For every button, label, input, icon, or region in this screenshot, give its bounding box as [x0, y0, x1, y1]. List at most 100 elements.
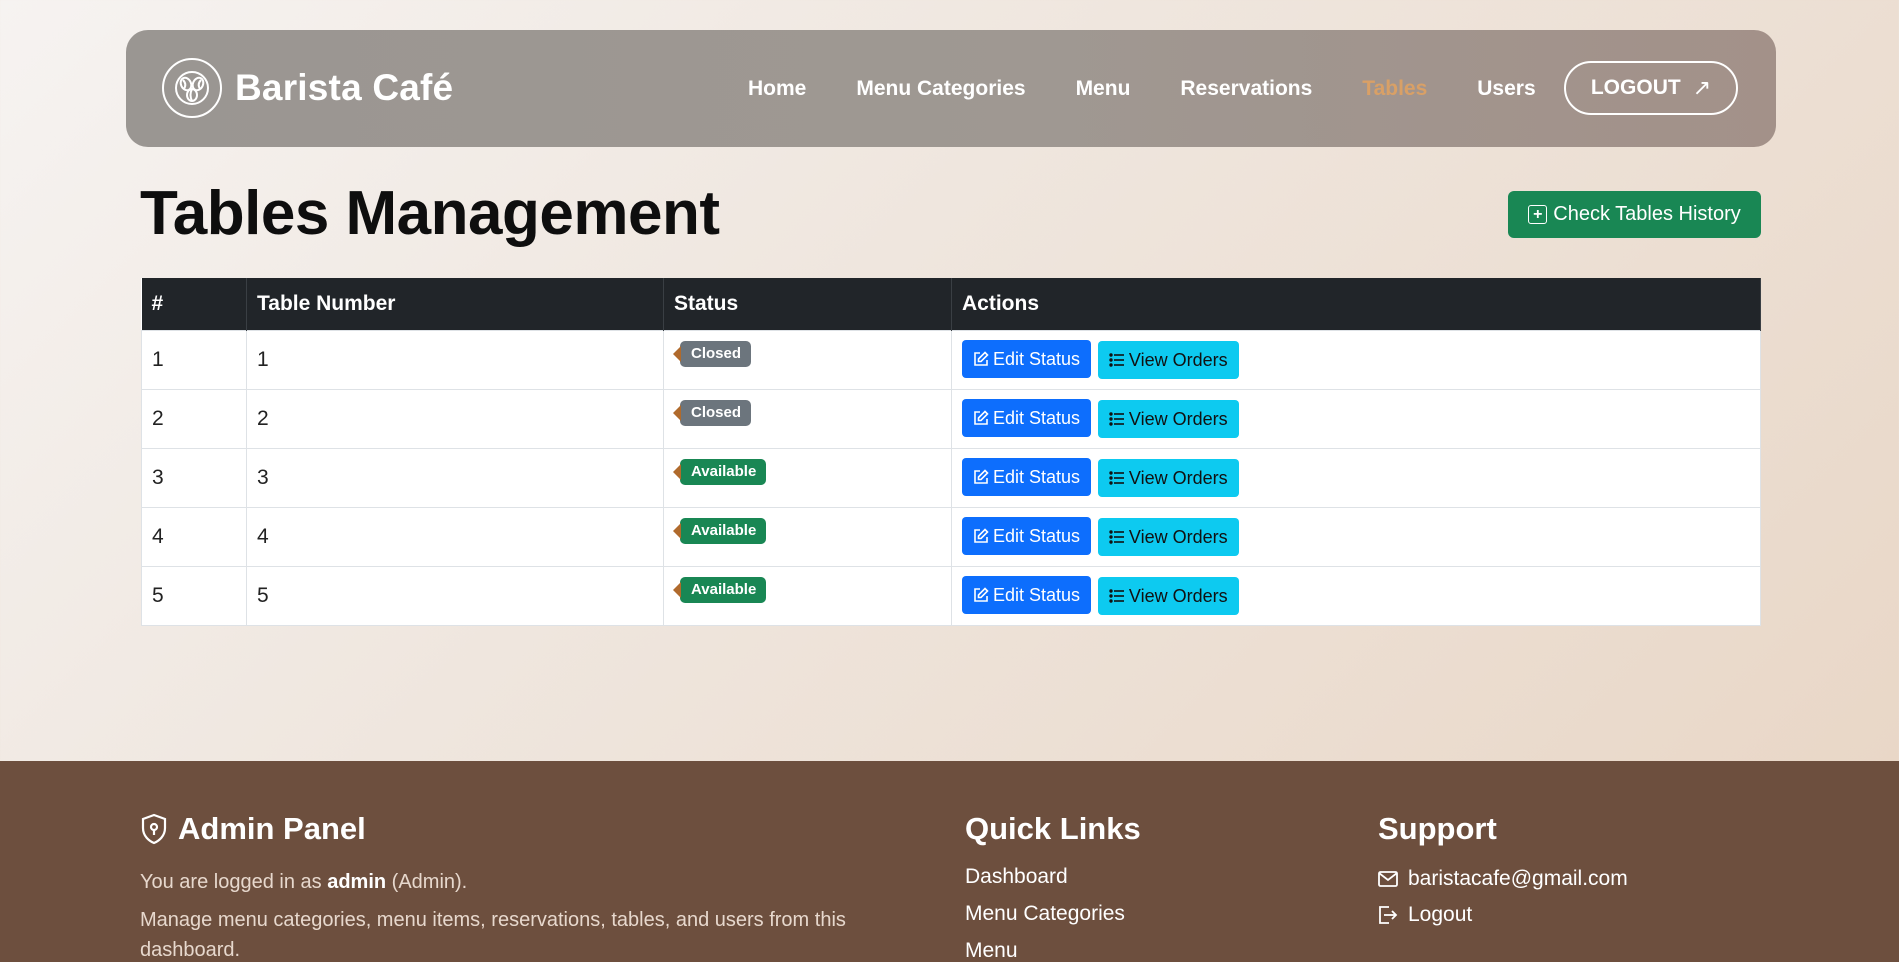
view-orders-button[interactable]: View Orders: [1097, 400, 1239, 438]
row-index: 1: [141, 329, 247, 389]
nav-menu-categories[interactable]: Menu Categories: [856, 77, 1025, 101]
tables-table: # Table Number Status Actions 1 1 Closed…: [141, 278, 1761, 626]
status-badge: Available: [680, 458, 767, 485]
view-orders-button[interactable]: View Orders: [1097, 577, 1239, 615]
row-table-number: 2: [246, 388, 664, 448]
row-table-number: 4: [246, 506, 664, 566]
list-icon: [1109, 530, 1124, 544]
login-prefix: You are logged in as: [140, 871, 322, 893]
footer-admin-heading: Admin Panel: [140, 811, 900, 847]
view-orders-button[interactable]: View Orders: [1097, 459, 1239, 497]
pencil-square-icon: [974, 469, 989, 484]
edit-status-button[interactable]: Edit Status: [962, 576, 1092, 614]
table-header-row: # Table Number Status Actions: [141, 278, 1761, 330]
header-status: Status: [663, 278, 952, 330]
status-badge: Closed: [680, 340, 752, 367]
logout-label: LOGOUT: [1590, 76, 1681, 99]
coffee-beans-logo-icon: [162, 58, 222, 118]
nav-home[interactable]: Home: [748, 77, 806, 101]
nav-reservations[interactable]: Reservations: [1180, 77, 1312, 101]
view-orders-label: View Orders: [1128, 526, 1228, 547]
header-index: #: [141, 278, 247, 330]
view-orders-label: View Orders: [1128, 585, 1228, 606]
edit-status-label: Edit Status: [993, 407, 1081, 428]
view-orders-button[interactable]: View Orders: [1097, 518, 1239, 556]
plus-square-icon: +: [1528, 205, 1548, 224]
footer-admin-section: Admin Panel You are logged in as admin (…: [140, 811, 900, 962]
nav-users[interactable]: Users: [1477, 77, 1535, 101]
edit-status-label: Edit Status: [993, 466, 1081, 487]
table-row: 5 5 Available Edit Status View Orders: [141, 565, 1761, 626]
edit-status-button[interactable]: Edit Status: [962, 399, 1092, 437]
navbar: Barista Café Home Menu Categories Menu R…: [126, 30, 1776, 147]
view-orders-button[interactable]: View Orders: [1097, 341, 1239, 379]
table-row: 2 2 Closed Edit Status View Orders: [141, 388, 1761, 448]
edit-status-button[interactable]: Edit Status: [962, 458, 1092, 496]
header-actions: Actions: [951, 278, 1761, 330]
edit-status-button[interactable]: Edit Status: [962, 517, 1092, 555]
row-table-number: 5: [246, 565, 664, 626]
table-row: 1 1 Closed Edit Status View Orders: [141, 329, 1761, 389]
login-role: (Admin).: [391, 871, 468, 893]
table-row: 3 3 Available Edit Status View Orders: [141, 447, 1761, 507]
envelope-icon: [1378, 871, 1398, 887]
view-orders-label: View Orders: [1128, 467, 1228, 488]
shield-lock-icon: [141, 813, 167, 845]
support-logout-link[interactable]: Logout: [1378, 897, 1628, 933]
row-actions: Edit Status View Orders: [951, 329, 1761, 389]
row-actions: Edit Status View Orders: [951, 565, 1761, 626]
row-index: 3: [141, 447, 247, 507]
row-index: 2: [141, 388, 247, 448]
support-email-link[interactable]: baristacafe@gmail.com: [1378, 861, 1628, 897]
edit-status-label: Edit Status: [993, 525, 1081, 546]
pencil-square-icon: [974, 528, 989, 543]
quick-link-dashboard[interactable]: Dashboard: [965, 865, 1141, 902]
support-logout: Logout: [1408, 903, 1473, 926]
footer-quick-links: Quick Links Dashboard Menu Categories Me…: [965, 811, 1141, 962]
pencil-square-icon: [974, 410, 989, 425]
page-title: Tables Management: [140, 179, 720, 248]
list-icon: [1109, 353, 1124, 367]
row-status-cell: Available: [663, 565, 952, 626]
header-table-number: Table Number: [246, 278, 664, 330]
row-index: 5: [141, 565, 247, 626]
list-icon: [1109, 412, 1124, 426]
arrow-up-right-icon: ↗: [1692, 75, 1712, 100]
row-table-number: 1: [246, 329, 664, 389]
quick-link-menu[interactable]: Menu: [965, 939, 1141, 962]
status-badge: Available: [680, 576, 767, 603]
login-user: admin: [327, 871, 387, 893]
row-table-number: 3: [246, 447, 664, 507]
logout-button[interactable]: LOGOUT ↗: [1564, 61, 1738, 115]
list-icon: [1109, 589, 1124, 603]
footer-admin-title: Admin Panel: [178, 811, 366, 846]
brand-name: Barista Café: [235, 67, 454, 108]
support-title: Support: [1378, 811, 1497, 846]
row-actions: Edit Status View Orders: [951, 506, 1761, 566]
footer: Admin Panel You are logged in as admin (…: [0, 761, 1899, 962]
status-badge: Closed: [680, 399, 752, 426]
table-row: 4 4 Available Edit Status View Orders: [141, 506, 1761, 566]
check-tables-history-button[interactable]: + Check Tables History: [1508, 191, 1761, 238]
quick-link-menu-categories[interactable]: Menu Categories: [965, 902, 1141, 939]
footer-description: Manage menu categories, menu items, rese…: [140, 909, 846, 961]
box-arrow-right-icon: [1379, 906, 1398, 924]
nav-links: Home Menu Categories Menu Reservations T…: [748, 30, 1586, 147]
support-email: baristacafe@gmail.com: [1408, 867, 1628, 890]
brand[interactable]: Barista Café: [162, 58, 453, 118]
pencil-square-icon: [974, 587, 989, 602]
edit-status-button[interactable]: Edit Status: [962, 340, 1092, 378]
pencil-square-icon: [974, 351, 989, 366]
nav-menu[interactable]: Menu: [1076, 77, 1131, 101]
row-status-cell: Closed: [663, 388, 952, 448]
row-status-cell: Closed: [663, 329, 952, 389]
row-status-cell: Available: [663, 447, 952, 507]
footer-support: Support baristacafe@gmail.com Logout: [1378, 811, 1628, 933]
check-tables-history-label: Check Tables History: [1553, 203, 1741, 225]
row-actions: Edit Status View Orders: [951, 447, 1761, 507]
view-orders-label: View Orders: [1128, 349, 1228, 370]
row-status-cell: Available: [663, 506, 952, 566]
footer-login-info: You are logged in as admin (Admin).: [140, 867, 900, 897]
view-orders-label: View Orders: [1128, 408, 1228, 429]
nav-tables[interactable]: Tables: [1362, 77, 1427, 101]
